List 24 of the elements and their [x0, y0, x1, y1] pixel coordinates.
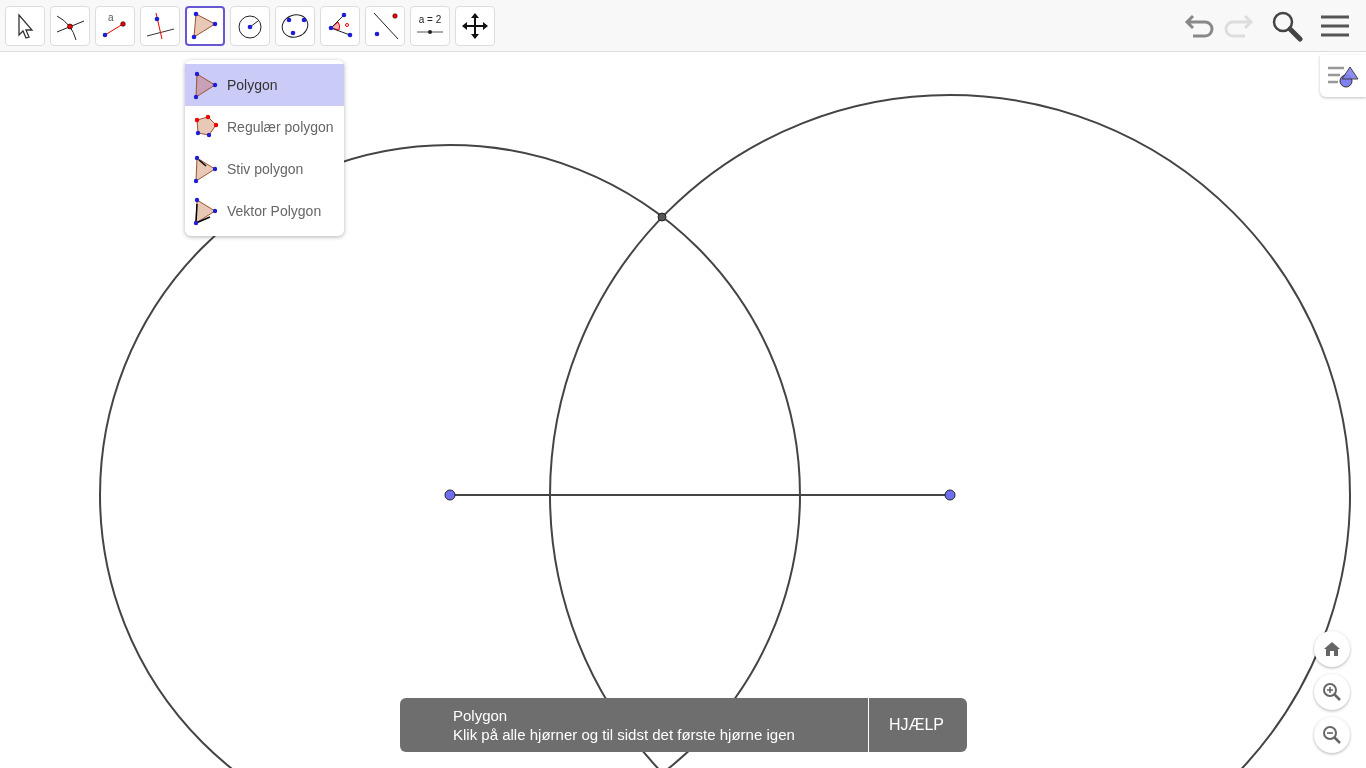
tool-button[interactable]	[185, 5, 225, 46]
triangle-icon	[193, 196, 219, 226]
menu-item[interactable]: Polygon	[185, 64, 344, 106]
menu-item-label: Polygon	[227, 77, 278, 93]
zoom-in-button[interactable]	[1314, 674, 1350, 710]
zoom-in-icon	[1322, 682, 1342, 702]
tool-instructions: Klik på alle hjørner og til sidst det første hjørne igen	[453, 725, 796, 744]
zoom-out-button[interactable]	[1314, 717, 1350, 753]
triangle-icon	[193, 154, 219, 184]
help-button[interactable]: HJÆLP	[867, 698, 967, 752]
menu-item-label: Stiv polygon	[227, 161, 304, 177]
home-button[interactable]	[1314, 631, 1350, 667]
menu-item-label: Regulær polygon	[227, 119, 334, 135]
home-icon	[1323, 641, 1341, 657]
menu-item[interactable]: Stiv polygon	[185, 148, 344, 190]
menu-button[interactable]	[1321, 13, 1349, 38]
menu-item-label: Vektor Polygon	[227, 203, 322, 219]
zoom-out-icon	[1322, 725, 1342, 745]
menu-item[interactable]: Regulær polygon	[185, 106, 344, 148]
tool-name: Polygon	[453, 706, 509, 725]
menu-item[interactable]: Vektor Polygon	[185, 190, 344, 232]
style-bar-toggle-button[interactable]	[1320, 55, 1366, 97]
search-button[interactable]	[1271, 9, 1303, 42]
triangle-icon	[193, 70, 219, 100]
